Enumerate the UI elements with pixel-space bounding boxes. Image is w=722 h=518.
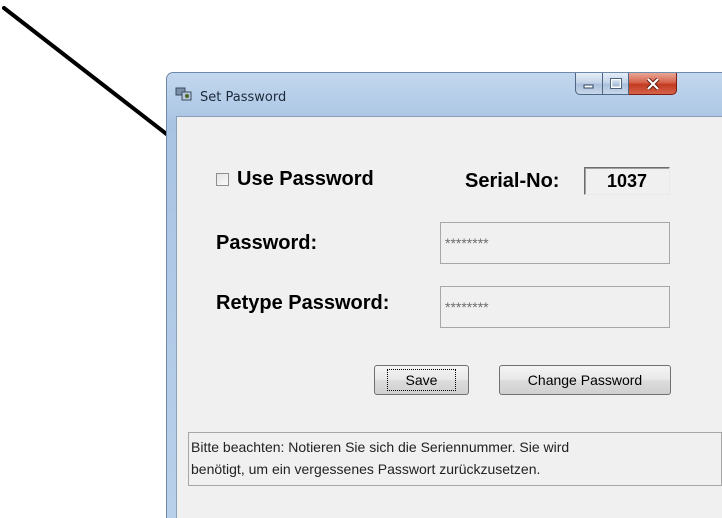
use-password-row: Use Password (216, 168, 374, 191)
title-bar[interactable]: Set Password (167, 73, 722, 115)
password-field[interactable] (440, 222, 670, 264)
minimize-button[interactable] (575, 73, 603, 95)
change-password-button[interactable]: Change Password (499, 365, 671, 395)
minimize-icon (583, 84, 594, 88)
app-icon (175, 87, 192, 101)
close-button[interactable] (629, 73, 677, 95)
maximize-button[interactable] (603, 73, 629, 95)
retype-password-field[interactable] (440, 286, 670, 328)
close-icon (646, 77, 659, 90)
serial-no-value: 1037 (584, 167, 670, 195)
caption-buttons (575, 73, 677, 95)
retype-password-label: Retype Password: (216, 292, 390, 314)
use-password-label[interactable]: Use Password (237, 168, 374, 191)
info-note-line-2: benötigt, um ein vergessenes Passwort zu… (191, 461, 541, 477)
info-note-line-1: Bitte beachten: Notieren Sie sich die Se… (191, 439, 570, 455)
password-label: Password: (216, 232, 318, 254)
serial-no-label: Serial-No: (465, 170, 560, 192)
save-button-label: Save (386, 369, 457, 391)
maximize-icon (609, 78, 622, 89)
use-password-checkbox[interactable] (216, 173, 229, 186)
info-note: Bitte beachten: Notieren Sie sich die Se… (188, 432, 722, 486)
save-button[interactable]: Save (374, 365, 469, 395)
window-title: Set Password (200, 90, 287, 105)
